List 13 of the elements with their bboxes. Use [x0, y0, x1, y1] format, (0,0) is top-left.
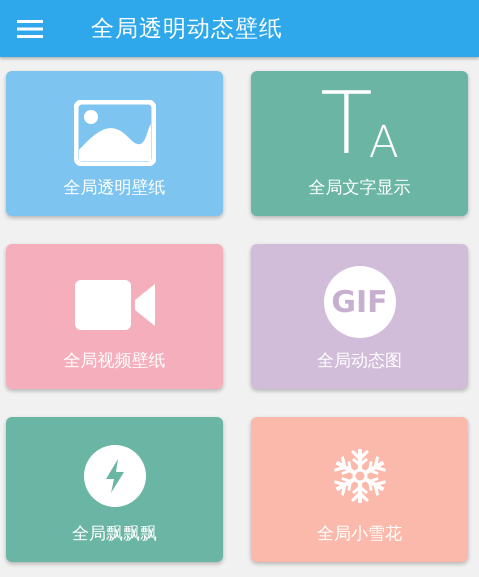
- app-title: 全局透明动态壁纸: [91, 15, 283, 44]
- lightning-icon: [84, 445, 146, 507]
- feature-card[interactable]: GIF 全局动态图: [251, 244, 468, 389]
- feature-card[interactable]: 全局飘飘飘: [6, 417, 223, 562]
- menu-icon[interactable]: [17, 18, 43, 38]
- feature-card[interactable]: 全局透明壁纸: [6, 71, 223, 216]
- feature-card[interactable]: 全局小雪花: [251, 417, 468, 562]
- text-icon: TA: [320, 81, 399, 167]
- feature-card[interactable]: 全局视频壁纸: [6, 244, 223, 389]
- gif-icon: GIF: [324, 266, 396, 338]
- video-camera-icon: [74, 280, 154, 330]
- feature-card[interactable]: TA 全局文字显示: [251, 71, 468, 216]
- image-icon: [74, 100, 156, 166]
